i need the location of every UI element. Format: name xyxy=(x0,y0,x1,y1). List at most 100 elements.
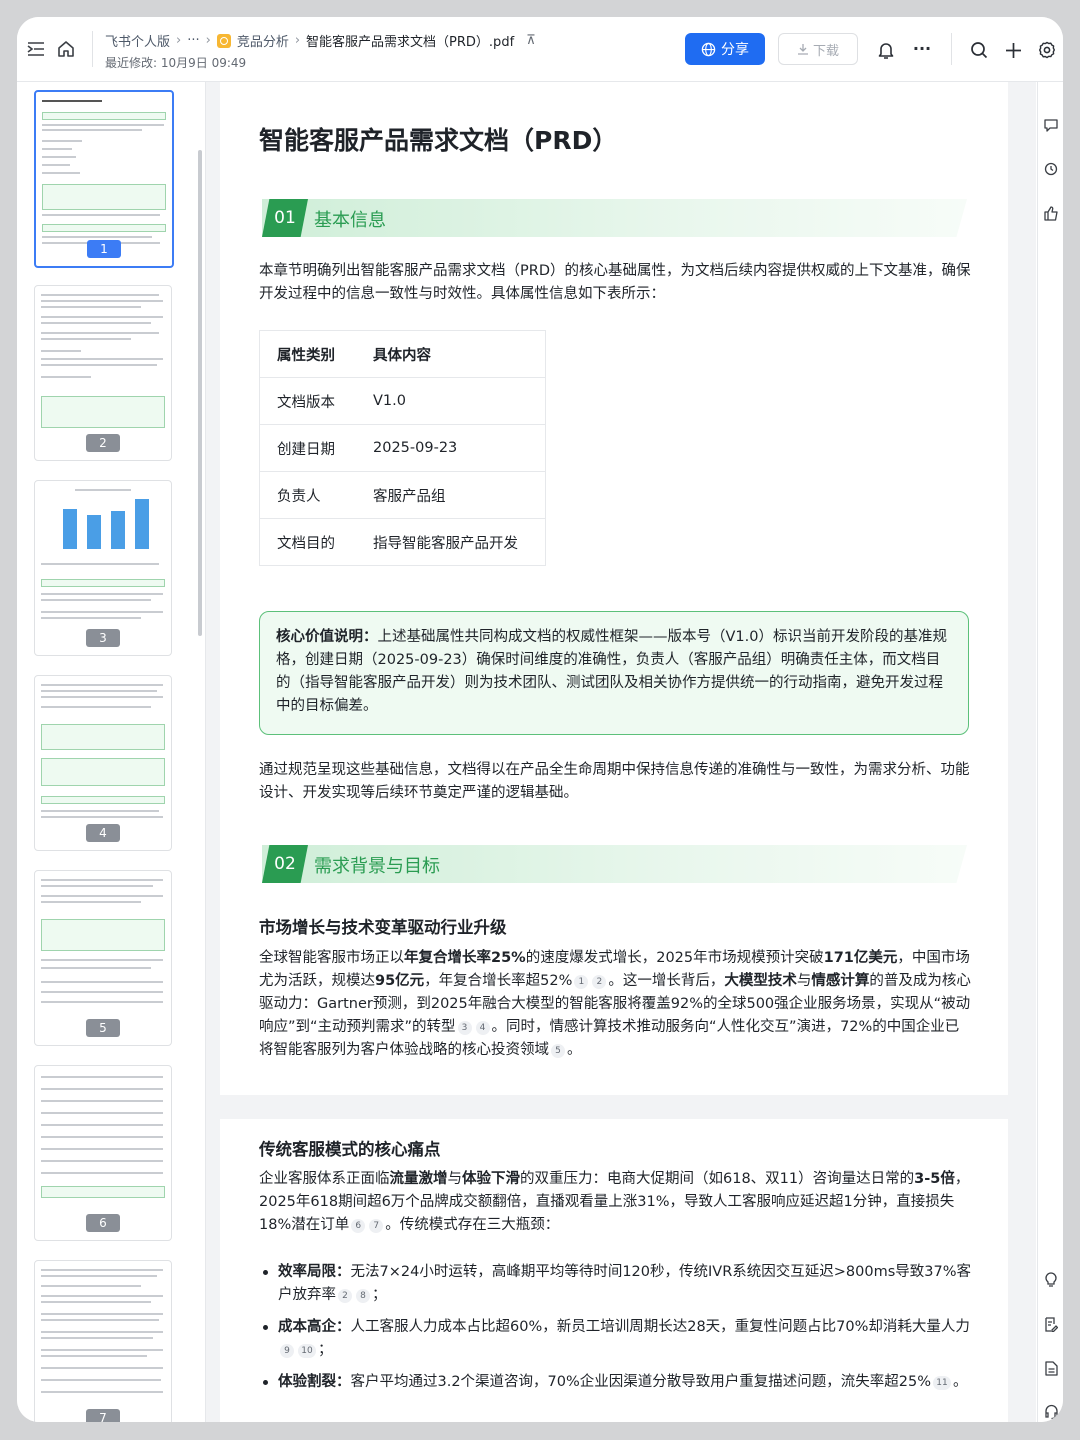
thumbnail-page-number: 4 xyxy=(86,824,120,842)
pdf-page-2: 传统客服模式的核心痛点 企业客服体系正面临流量激增与体验下滑的双重压力：电商大促… xyxy=(220,1119,1008,1422)
headset-icon[interactable] xyxy=(1042,1402,1060,1420)
section-header-background: 02 需求背景与目标 xyxy=(262,845,967,883)
citation-badge[interactable]: 10 xyxy=(298,1344,316,1358)
breadcrumb-ellipsis[interactable]: ··· xyxy=(187,33,199,48)
table-cell: 2025-09-23 xyxy=(373,424,546,472)
share-button[interactable]: 分享 xyxy=(685,33,765,65)
section-number: 02 xyxy=(262,845,308,883)
citation-badge[interactable]: 2 xyxy=(338,1289,352,1303)
chevron-right-icon: › xyxy=(294,33,301,48)
chevron-right-icon: › xyxy=(205,33,211,48)
download-button[interactable]: 下载 xyxy=(778,33,858,65)
search-icon[interactable] xyxy=(968,39,990,61)
table-cell: 客服产品组 xyxy=(373,471,546,519)
intro-paragraph: 本章节明确列出智能客服产品需求文档（PRD）的核心基础属性，为文档后续内容提供权… xyxy=(259,263,971,302)
table-cell: 创建日期 xyxy=(259,424,373,472)
citation-badge[interactable]: 9 xyxy=(280,1344,294,1358)
thumbnail-page-number: 1 xyxy=(87,240,121,258)
section-title: 需求背景与目标 xyxy=(314,856,440,877)
download-label: 下载 xyxy=(812,43,839,59)
globe-icon xyxy=(701,42,716,56)
section-title: 基本信息 xyxy=(314,210,386,231)
callout-label: 核心价值说明： xyxy=(276,629,378,645)
thumbnail-page-number: 6 xyxy=(86,1214,120,1232)
citation-badge[interactable]: 6 xyxy=(351,1219,366,1233)
thumbnail-page-5[interactable]: 5 xyxy=(34,870,172,1046)
thumbnail-page-6[interactable]: 6 xyxy=(34,1065,172,1241)
folder-icon xyxy=(216,33,231,48)
thumbnail-page-number: 2 xyxy=(86,434,120,452)
thumbnail-page-number: 5 xyxy=(86,1019,120,1037)
comment-icon[interactable] xyxy=(1042,116,1060,134)
breadcrumb-root[interactable]: 飞书个人版 xyxy=(105,31,170,50)
citation-badge[interactable]: 11 xyxy=(933,1376,952,1390)
right-toolbar xyxy=(1037,82,1063,1422)
table-header-row: 属性类别 具体内容 xyxy=(260,331,546,378)
thumbnail-page-1[interactable]: 1 xyxy=(34,90,174,268)
market-paragraph: 全球智能客服市场正以年复合增长率25%的速度爆发式增长，2025年市场规模预计突… xyxy=(259,950,971,1058)
collapse-sidebar-icon[interactable] xyxy=(25,39,47,59)
summary-paragraph: 通过规范呈现这些基础信息，文档得以在产品全生命周期中保持信息传递的准确性与一致性… xyxy=(259,762,970,801)
breadcrumb: 飞书个人版 › ··· › 竞品分析 › 智能客服产品需求文档（PRD）.pdf… xyxy=(105,31,536,50)
section-header-basic-info: 01 基本信息 xyxy=(262,199,967,237)
share-label: 分享 xyxy=(721,42,749,58)
citation-badge[interactable]: 7 xyxy=(369,1219,384,1233)
table-cell: 指导智能客服产品开发 xyxy=(373,518,546,566)
list-item: 成本高企：人工客服人力成本占比超60%，新员工培训周期长达28天，重复性问题占比… xyxy=(259,1316,971,1362)
pain-bullet-list: 效率局限：无法7×24小时运转，高峰期平均等待时间120秒，传统IVR系统因交互… xyxy=(259,1261,971,1403)
table-row: 负责人 客服产品组 xyxy=(259,471,546,519)
info-table: 属性类别 具体内容 文档版本 V1.0 创建日期 2025-09-23 负责人 … xyxy=(259,330,546,566)
document-title: 智能客服产品需求文档（PRD） xyxy=(259,126,618,155)
pin-icon[interactable]: ⊼ xyxy=(526,33,536,48)
pdf-page-1: 智能客服产品需求文档（PRD） 01 基本信息 本章节明确列出智能客服产品需求文… xyxy=(220,82,1008,1095)
bell-icon[interactable] xyxy=(875,39,897,61)
list-item: 体验割裂：客户平均通过3.2个渠道咨询，70%企业因渠道分散导致用户重复描述问题… xyxy=(259,1371,971,1394)
table-header-cell: 具体内容 xyxy=(373,347,431,364)
thumbnail-page-number: 3 xyxy=(86,629,120,647)
settings-icon[interactable] xyxy=(1036,39,1058,61)
thumbnail-page-7[interactable]: 7 xyxy=(34,1260,172,1422)
top-bar: 飞书个人版 › ··· › 竞品分析 › 智能客服产品需求文档（PRD）.pdf… xyxy=(17,17,1063,82)
document-viewer: 智能客服产品需求文档（PRD） 01 基本信息 本章节明确列出智能客服产品需求文… xyxy=(206,82,1036,1422)
pain-paragraph: 企业客服体系正面临流量激增与体验下滑的双重压力：电商大促期间（如618、双11）… xyxy=(259,1171,970,1233)
list-item: 效率局限：无法7×24小时运转，高峰期平均等待时间120秒，传统IVR系统因交互… xyxy=(259,1261,971,1307)
subheading-pain-points: 传统客服模式的核心痛点 xyxy=(259,1140,441,1159)
breadcrumb-folder[interactable]: 竞品分析 xyxy=(237,31,289,50)
table-row: 文档版本 V1.0 xyxy=(259,377,546,425)
chevron-right-icon: › xyxy=(176,33,182,48)
more-icon[interactable]: ··· xyxy=(909,37,935,59)
history-icon[interactable] xyxy=(1042,160,1060,178)
thumbnail-page-4[interactable]: 4 xyxy=(34,675,172,851)
table-row: 文档目的 指导智能客服产品开发 xyxy=(259,518,546,566)
subheading-market: 市场增长与技术变革驱动行业升级 xyxy=(259,918,507,937)
citation-badge[interactable]: 3 xyxy=(457,1021,472,1035)
citation-badge[interactable]: 1 xyxy=(574,975,589,989)
app-window: 飞书个人版 › ··· › 竞品分析 › 智能客服产品需求文档（PRD）.pdf… xyxy=(17,17,1063,1422)
page-thumbnails: 1 2 3 4 5 6 7 xyxy=(17,82,206,1422)
plus-icon[interactable] xyxy=(1002,39,1024,61)
breadcrumb-file: 智能客服产品需求文档（PRD）.pdf xyxy=(306,35,515,50)
table-cell: 文档目的 xyxy=(259,518,373,566)
last-modified: 最近修改: 10月9日 09:49 xyxy=(105,56,247,70)
table-cell: V1.0 xyxy=(373,377,546,425)
table-row: 创建日期 2025-09-23 xyxy=(259,424,546,472)
section-number: 01 xyxy=(262,199,308,237)
citation-badge[interactable]: 4 xyxy=(475,1021,490,1035)
core-value-callout: 核心价值说明：上述基础属性共同构成文档的权威性框架——版本号（V1.0）标识当前… xyxy=(259,611,969,735)
thumbnail-page-2[interactable]: 2 xyxy=(34,285,172,461)
thumbnail-page-number: 7 xyxy=(86,1409,120,1422)
edit-note-icon[interactable] xyxy=(1042,1315,1060,1333)
citation-badge[interactable]: 8 xyxy=(356,1289,370,1303)
divider xyxy=(92,31,93,67)
citation-badge[interactable]: 2 xyxy=(592,975,607,989)
download-icon xyxy=(797,44,808,55)
table-cell: 负责人 xyxy=(259,471,373,519)
table-cell: 文档版本 xyxy=(259,377,373,425)
thumbnail-page-3[interactable]: 3 xyxy=(34,480,172,656)
thumbs-up-icon[interactable] xyxy=(1042,204,1060,222)
thumbnail-scrollbar[interactable] xyxy=(198,150,202,636)
home-icon[interactable] xyxy=(55,38,77,60)
citation-badge[interactable]: 5 xyxy=(551,1044,565,1058)
lightbulb-icon[interactable] xyxy=(1042,1270,1060,1288)
document-icon[interactable] xyxy=(1042,1359,1060,1377)
